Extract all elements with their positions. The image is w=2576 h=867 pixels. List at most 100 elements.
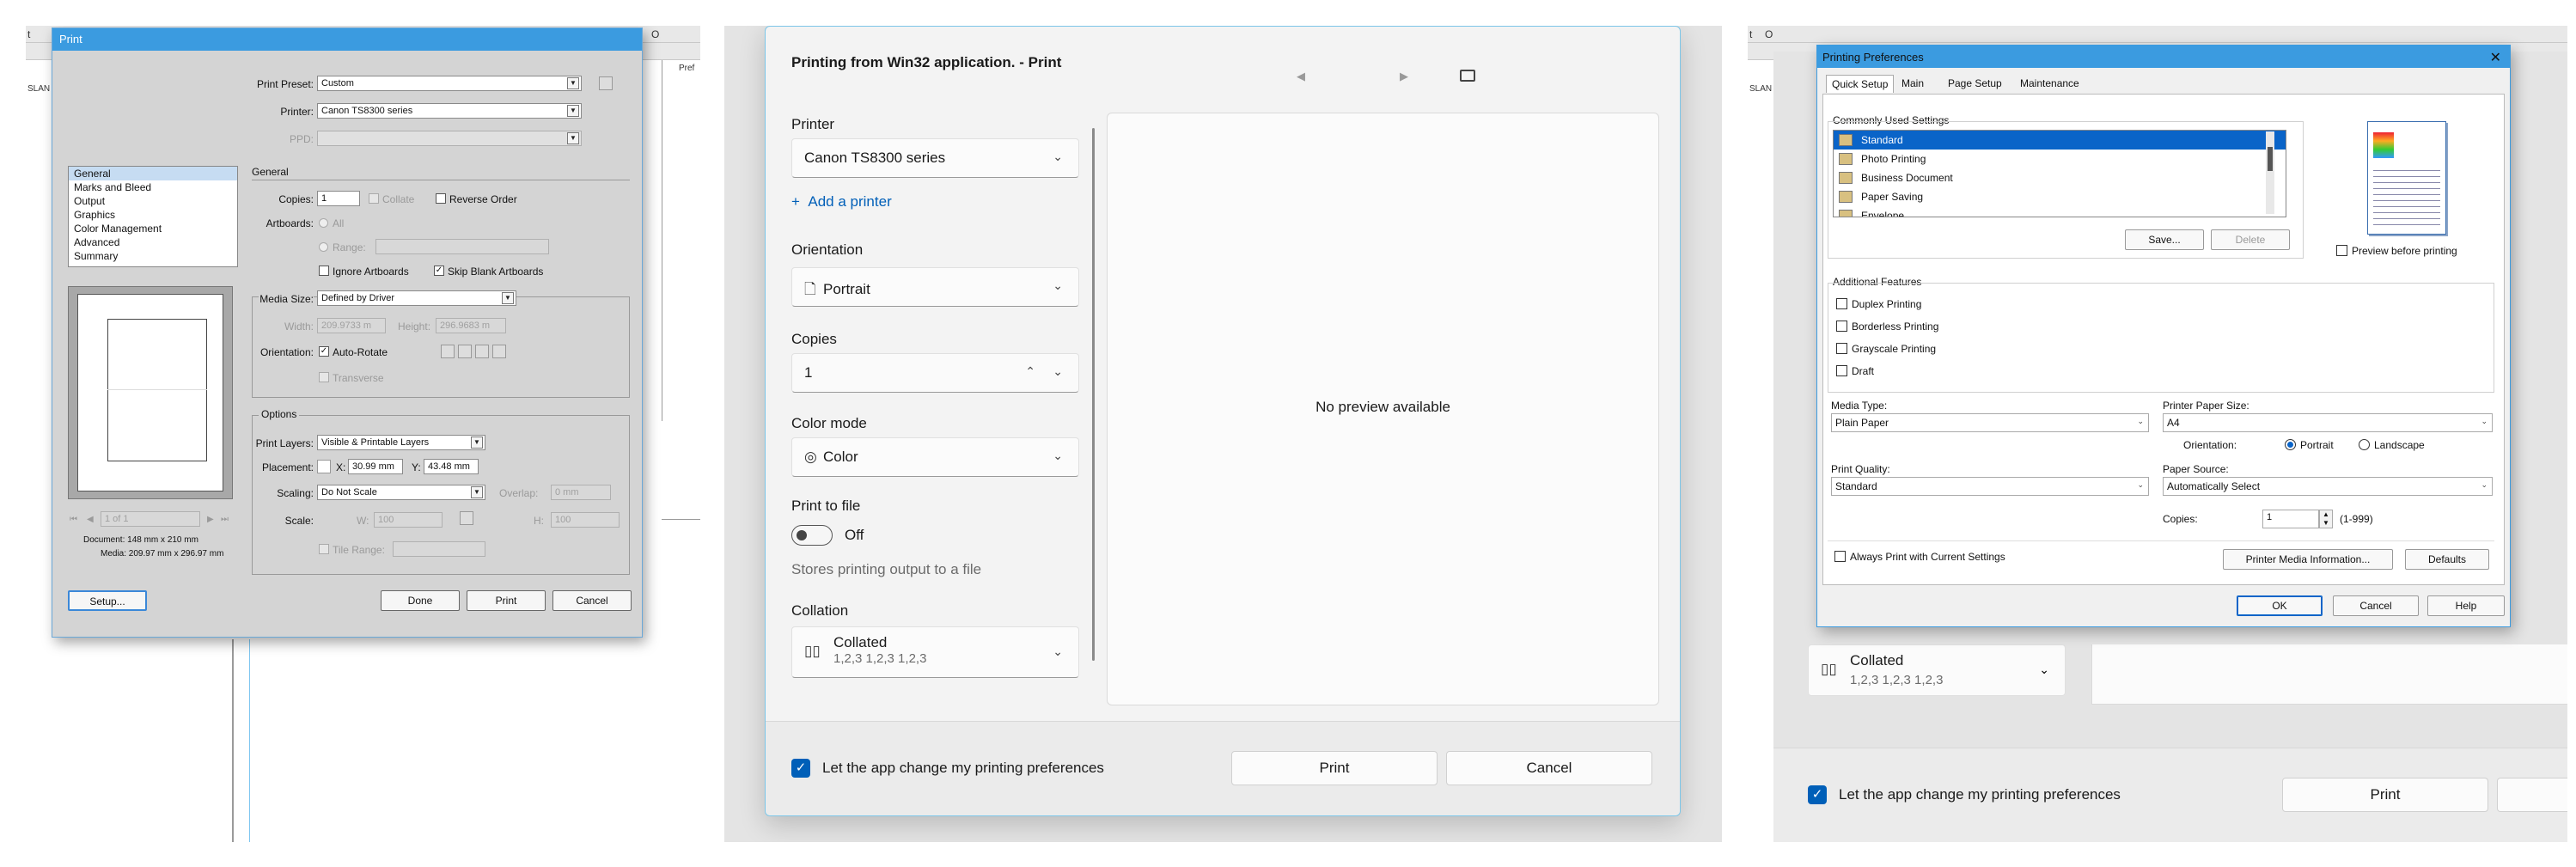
grayscale-checkbox[interactable] [1836, 343, 1847, 354]
placement-grid-icon[interactable] [317, 460, 331, 473]
print-button[interactable]: Print [467, 590, 546, 611]
chevron-down-icon: ⌄ [2137, 417, 2144, 425]
cancel-button[interactable]: Cancel [2333, 595, 2419, 616]
always-print-checkbox[interactable] [1834, 551, 1846, 562]
copies-input[interactable]: 1 [2262, 510, 2319, 528]
prev-page-icon[interactable]: ◀ [87, 515, 94, 524]
toggle-knob [797, 530, 807, 540]
settings-item[interactable]: Photo Printing [1834, 150, 2286, 168]
help-button[interactable]: Help [2427, 595, 2505, 616]
paper-size-select[interactable]: A4 ⌄ [2163, 413, 2493, 432]
settings-scrollbar[interactable] [2266, 131, 2274, 214]
print-preset-select[interactable]: Custom ▼ [317, 76, 582, 91]
copies-stepper[interactable]: 1 ⌃ ⌄ [791, 353, 1079, 393]
scaling-select[interactable]: Do Not Scale ▼ [317, 485, 485, 500]
category-list[interactable]: General Marks and Bleed Output Graphics … [68, 166, 238, 267]
chevron-down-icon[interactable]: ⌄ [1053, 364, 1063, 379]
media-size-select[interactable]: Defined by Driver ▼ [317, 290, 516, 306]
range-input [375, 239, 549, 254]
auto-rotate-checkbox[interactable]: ✓ [319, 346, 329, 357]
save-button[interactable]: Save... [2125, 229, 2204, 250]
reverse-order-checkbox[interactable] [436, 193, 446, 204]
print-quality-select[interactable]: Standard ⌄ [1831, 477, 2149, 496]
copies-spinner-icon[interactable]: ▲ ▼ [2319, 510, 2333, 528]
settings-item[interactable]: Standard [1834, 131, 2286, 150]
tab-maintenance[interactable]: Maintenance [2015, 75, 2085, 92]
skip-blank-checkbox[interactable]: ✓ [434, 266, 444, 276]
save-preset-icon[interactable] [599, 76, 613, 90]
printer-select[interactable]: Canon TS8300 series ▼ [317, 103, 582, 119]
printer-select[interactable]: Canon TS8300 series ⌄ [791, 138, 1079, 178]
setup-button[interactable]: Setup... [68, 590, 147, 611]
collation-select[interactable]: ▯▯ Collated 1,2,3 1,2,3 1,2,3 ⌄ [791, 626, 1079, 678]
prev-page-icon[interactable]: ◀ [1297, 70, 1305, 83]
bg-cancel-button [2497, 778, 2567, 812]
print-to-file-toggle[interactable] [791, 525, 833, 546]
orientation-select[interactable]: 🗋 Portrait ⌄ [791, 267, 1079, 307]
portrait-radio[interactable] [2285, 439, 2296, 450]
y-input[interactable]: 43.48 mm [424, 459, 479, 474]
last-page-icon[interactable]: ⏭ [221, 515, 229, 524]
category-item[interactable]: Output [69, 194, 237, 208]
category-item[interactable]: Graphics [69, 208, 237, 222]
settings-item[interactable]: Envelope [1834, 206, 2286, 217]
x-input[interactable]: 30.99 mm [348, 459, 403, 474]
category-item[interactable]: Marks and Bleed [69, 180, 237, 194]
next-page-icon[interactable]: ▶ [207, 515, 214, 524]
tab-main[interactable]: Main [1896, 75, 1929, 92]
print-layers-select[interactable]: Visible & Printable Layers ▼ [317, 435, 485, 450]
color-mode-select[interactable]: ◎ Color ⌄ [791, 437, 1079, 477]
media-size-info: Media: 209.97 mm x 296.97 mm [101, 549, 224, 559]
close-icon[interactable]: ✕ [2490, 49, 2501, 66]
printer-media-info-button[interactable]: Printer Media Information... [2223, 549, 2393, 570]
print-to-file-label: Print to file [791, 498, 861, 514]
draft-checkbox[interactable] [1836, 365, 1847, 376]
category-item[interactable]: Color Management [69, 222, 237, 235]
category-item[interactable]: General [69, 167, 237, 180]
cancel-button[interactable]: Cancel [552, 590, 632, 611]
tab-page-setup[interactable]: Page Setup [1943, 75, 2007, 92]
borderless-checkbox[interactable] [1836, 321, 1847, 332]
settings-item[interactable]: Paper Saving [1834, 187, 2286, 206]
scale-h-label: H: [534, 515, 544, 527]
chevron-up-icon[interactable]: ⌃ [1025, 364, 1035, 379]
tile-range-checkbox [319, 544, 329, 554]
scroll-thumb[interactable] [2268, 147, 2273, 171]
tile-range-label: Tile Range: [333, 544, 385, 556]
orientation-label: Orientation: [2183, 439, 2237, 451]
dialog-title: Printing from Win32 application. - Print [791, 54, 1062, 70]
bg-text: t [27, 28, 31, 40]
category-item[interactable]: Advanced [69, 235, 237, 249]
dialog-footer: ✓ Let the app change my printing prefere… [766, 721, 1680, 815]
duplex-checkbox[interactable] [1836, 298, 1847, 309]
landscape-radio[interactable] [2359, 439, 2370, 450]
done-button[interactable]: Done [381, 590, 460, 611]
defaults-button[interactable]: Defaults [2405, 549, 2489, 570]
next-page-icon[interactable]: ▶ [1400, 70, 1408, 83]
cancel-button[interactable]: Cancel [1446, 751, 1652, 785]
ok-button[interactable]: OK [2237, 595, 2323, 616]
height-label: Height: [398, 321, 431, 333]
category-item[interactable]: Summary [69, 249, 237, 263]
common-settings-list[interactable]: Standard Photo Printing Business Documen… [1833, 130, 2286, 217]
preview-page [77, 294, 223, 492]
fit-page-icon[interactable] [1460, 70, 1475, 82]
always-print-label: Always Print with Current Settings [1850, 551, 2005, 563]
options-scrollbar[interactable] [1092, 128, 1095, 661]
bg-text: O [1765, 28, 1773, 40]
orientation-label: Orientation [791, 241, 864, 258]
paper-source-select[interactable]: Automatically Select ⌄ [2163, 477, 2493, 496]
first-page-icon[interactable]: ⏮ [70, 515, 77, 524]
tab-quick-setup[interactable]: Quick Setup [1826, 75, 1895, 93]
media-type-select[interactable]: Plain Paper ⌄ [1831, 413, 2149, 432]
copies-input[interactable]: 1 [317, 191, 360, 206]
collation-icon: ▯▯ [804, 643, 821, 659]
settings-item[interactable]: Business Document [1834, 168, 2286, 187]
delete-button: Delete [2211, 229, 2290, 250]
ignore-artboards-checkbox[interactable] [319, 266, 329, 276]
add-printer-link[interactable]: + Add a printer [791, 193, 892, 211]
preview-before-checkbox[interactable] [2336, 245, 2347, 256]
app-prefs-checkbox[interactable]: ✓ [791, 759, 810, 778]
width-input: 209.9733 m [317, 318, 386, 333]
print-button[interactable]: Print [1231, 751, 1438, 785]
